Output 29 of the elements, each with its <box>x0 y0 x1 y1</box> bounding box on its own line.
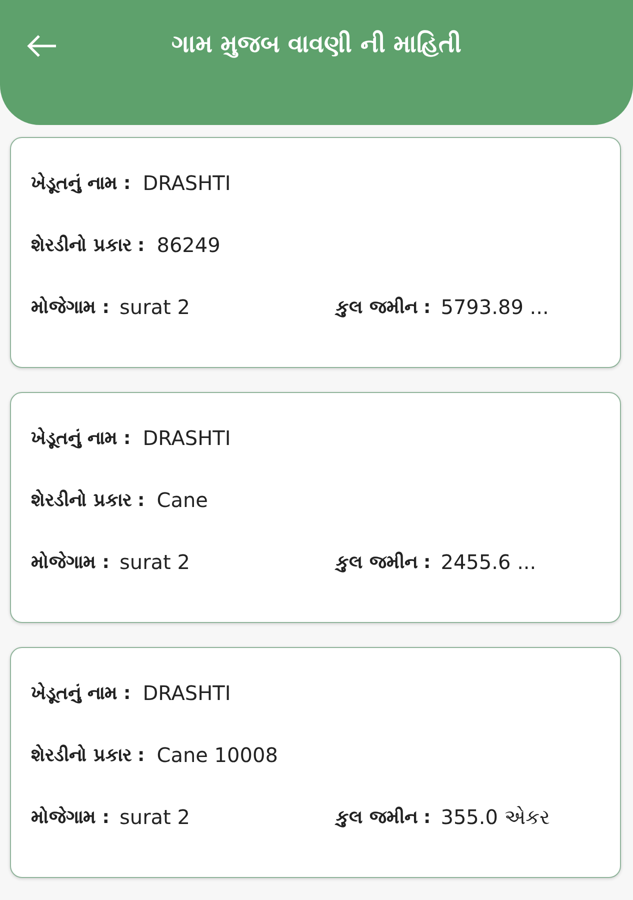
field-label: ખેડૂતનું નામ : <box>31 172 131 194</box>
field-label: ખેડૂતનું નામ : <box>31 682 131 704</box>
field-value: surat 2 <box>119 805 190 829</box>
back-arrow-icon[interactable] <box>26 34 58 58</box>
screen-title: ગામ મુજબ વાવણી ની માહિતી <box>171 30 462 58</box>
record-card[interactable]: ખેડૂતનું નામ : DRASHTI શેરડીનો પ્રકાર : 86249 મોજેગામ : surat 2 કુલ જમીન : 5793.89 ... <box>10 137 621 368</box>
field-label: શેરડીનો પ્રકાર : <box>31 744 145 766</box>
field-label: કુલ જમીન : <box>336 806 431 828</box>
field-value: surat 2 <box>119 295 190 319</box>
field-label: કુલ જમીન : <box>336 552 431 572</box>
field-value: 2455.6 ... <box>440 550 536 574</box>
field-value: DRASHTI <box>142 426 231 450</box>
field-value: DRASHTI <box>142 681 231 705</box>
field-label: શેરડીનો પ્રકાર : <box>31 490 145 510</box>
field-value: Cane 10008 <box>156 743 278 767</box>
record-card[interactable]: ખેડૂતનું નામ : DRASHTI શેરડીનો પ્રકાર : Cane 10008 મોજેગામ : surat 2 કુલ જમીન : 355.0 એકર <box>10 647 621 878</box>
field-label: કુલ જમીન : <box>336 296 431 318</box>
field-label: શેરડીનો પ્રકાર : <box>31 234 145 256</box>
field-value: 86249 <box>156 233 220 257</box>
field-value: 5793.89 ... <box>440 295 549 319</box>
record-card[interactable]: ખેડૂતનું નામ : DRASHTI શેરડીનો પ્રકાર : Cane મોજેગામ : surat 2 કુલ જમીન : 2455.6 ... <box>10 392 621 623</box>
field-label: મોજેગામ : <box>31 296 110 318</box>
field-value: DRASHTI <box>142 171 231 195</box>
field-value: 355.0 એકર <box>440 805 550 829</box>
field-value: Cane <box>156 488 208 512</box>
field-label: મોજેગામ : <box>31 806 110 828</box>
field-value: surat 2 <box>119 550 190 574</box>
field-label: મોજેગામ : <box>31 552 110 572</box>
field-label: ખેડૂતનું નામ : <box>31 428 131 448</box>
